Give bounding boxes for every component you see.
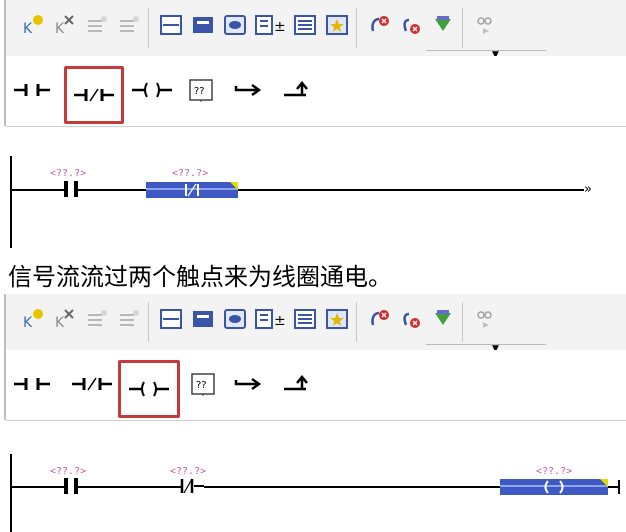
power-rail [10,156,12,248]
insert-row-icon[interactable] [84,306,110,332]
svg-text:??: ?? [194,86,205,97]
top-editor-panel: K K ± ▼ ?? <??.?> <??.?> » [0,0,626,250]
rung-wire [78,486,182,488]
delete-network-icon[interactable]: K [52,12,78,38]
address-expand-icon[interactable]: ± [254,306,286,332]
contact-address[interactable]: <??.?> [50,168,86,179]
contact-left-bar [64,478,68,494]
main-toolbar: K K ± ▼ [6,0,626,60]
svg-text:??: ?? [196,380,207,391]
favorite-icon[interactable] [324,12,350,38]
rung-wire [78,189,146,191]
right-rail-stub [618,480,620,494]
svg-text:±: ± [274,313,286,329]
monitor-icon[interactable] [472,12,498,38]
close-branch-button[interactable] [276,72,316,108]
toolbar-separator [462,302,463,342]
caption-text: 信号流流过两个触点来为线圈通电。 [8,263,392,291]
close-branch-button[interactable] [276,366,316,402]
contact-left-bar [64,181,68,197]
symbol-table-icon[interactable] [292,306,318,332]
main-toolbar: K K ± ▼ [6,294,626,354]
delete-network-icon[interactable]: K [52,306,78,332]
toolbar-separator [462,8,463,48]
ladder-network-2: <??.?> <??.?> <??.?> [0,420,626,532]
contact-address[interactable]: <??.?> [50,466,86,477]
insert-column-icon[interactable] [116,306,142,332]
toolbar-separator [148,302,149,342]
insert-network-icon[interactable]: K [20,12,46,38]
toolbar-grip [426,50,546,55]
normally-open-contact-button[interactable] [8,366,56,402]
toolbar-grip [426,344,546,349]
insert-network-icon[interactable]: K [20,306,46,332]
contact-address[interactable]: <??.?> [170,466,206,477]
toolbar-separator [356,8,357,48]
ladder-network-1: <??.?> <??.?> » [0,126,626,250]
empty-box-button[interactable]: ?? [184,366,222,402]
selected-closed-contact[interactable] [146,182,238,198]
open-branch-button[interactable] [228,366,268,402]
bottom-editor-panel: K K ± ▼ ?? <??.?> <??.?> <??.?> [0,294,626,532]
toolbar-separator [356,302,357,342]
rung-wire [12,486,64,488]
download-icon[interactable] [430,12,456,38]
power-rail [10,454,12,532]
rung-continues-icon: » [584,182,592,197]
svg-text:K: K [55,21,65,37]
coil-button[interactable] [128,72,176,108]
ladder-view-icon[interactable] [158,12,184,38]
svg-text:K: K [23,315,33,331]
coil-button[interactable] [118,360,180,418]
open-branch-button[interactable] [228,72,268,108]
rung-wire [204,486,500,488]
rung-wire [12,189,64,191]
normally-closed-contact-button[interactable] [64,366,120,402]
empty-box-button[interactable]: ?? [182,72,220,108]
contact-address[interactable]: <??.?> [172,168,208,179]
svg-text:K: K [55,315,65,331]
svg-text:±: ± [274,19,286,35]
comment-icon[interactable] [222,306,248,332]
closed-contact[interactable] [180,478,204,494]
favorite-icon[interactable] [324,306,350,332]
go-online-icon[interactable] [366,12,392,38]
go-offline-icon[interactable] [398,12,424,38]
symbol-table-icon[interactable] [292,12,318,38]
monitor-icon[interactable] [472,306,498,332]
comment-icon[interactable] [222,12,248,38]
go-online-icon[interactable] [366,306,392,332]
selected-coil[interactable] [500,479,608,495]
normally-closed-contact-button[interactable] [64,66,124,124]
download-icon[interactable] [430,306,456,332]
insert-row-icon[interactable] [84,12,110,38]
insert-column-icon[interactable] [116,12,142,38]
coil-address[interactable]: <??.?> [536,466,572,477]
ladder-view-icon[interactable] [158,306,184,332]
fbd-view-icon[interactable] [190,306,216,332]
normally-open-contact-button[interactable] [8,72,56,108]
svg-text:K: K [23,21,33,37]
go-offline-icon[interactable] [398,306,424,332]
fbd-view-icon[interactable] [190,12,216,38]
address-expand-icon[interactable]: ± [254,12,286,38]
rung-wire [238,189,584,191]
toolbar-separator [148,8,149,48]
rung-wire [608,486,618,488]
